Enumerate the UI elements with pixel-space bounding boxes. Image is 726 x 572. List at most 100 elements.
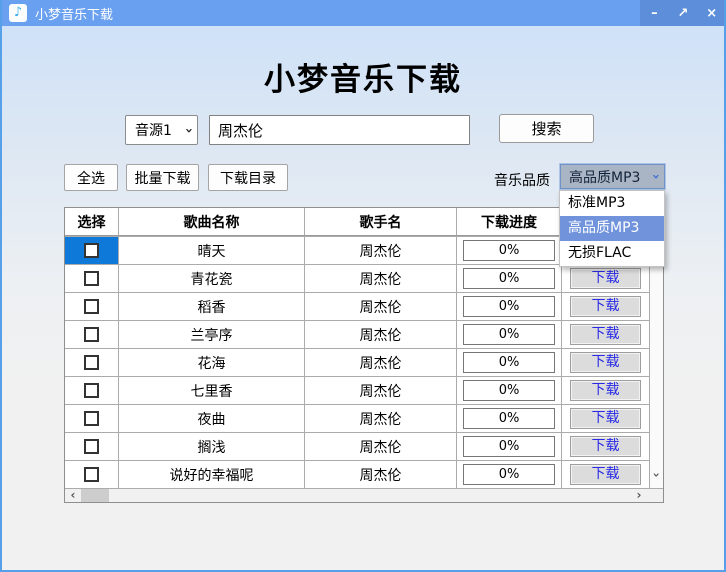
- progress-box: 0%: [463, 436, 555, 457]
- table-row: 夜曲 周杰伦 0% 下载: [65, 404, 649, 432]
- table-row: 说好的幸福呢 周杰伦 0% 下载: [65, 460, 649, 488]
- row-select-cell[interactable]: [65, 237, 119, 264]
- close-button[interactable]: ×: [697, 0, 726, 26]
- song-name-cell: 青花瓷: [119, 265, 305, 292]
- quality-dropdown-list: 标准MP3 高品质MP3 无损FLAC: [559, 190, 665, 267]
- download-cell: 下载: [562, 349, 649, 376]
- quality-label: 音乐品质: [494, 170, 550, 190]
- download-cell: 下载: [562, 461, 649, 488]
- artist-cell: 周杰伦: [305, 349, 457, 376]
- window-controls: – ↗ ×: [640, 0, 726, 26]
- progress-box: 0%: [463, 240, 555, 261]
- progress-box: 0%: [463, 296, 555, 317]
- song-name-cell: 花海: [119, 349, 305, 376]
- scrollbar-thumb[interactable]: [81, 489, 109, 502]
- maximize-button[interactable]: ↗: [669, 0, 698, 26]
- chevron-down-icon: ›: [649, 174, 662, 179]
- app-music-note-icon: ♪: [9, 4, 27, 22]
- row-select-cell[interactable]: [65, 461, 119, 488]
- song-name-cell: 晴天: [119, 237, 305, 264]
- quality-select-value: 高品质MP3: [569, 167, 653, 187]
- row-select-cell[interactable]: [65, 265, 119, 292]
- quality-option-high-mp3[interactable]: 高品质MP3: [560, 216, 664, 241]
- scroll-left-icon[interactable]: ‹: [65, 489, 81, 502]
- source-select[interactable]: 音源1 ›: [125, 115, 198, 145]
- progress-cell: 0%: [457, 405, 562, 432]
- select-all-button[interactable]: 全选: [64, 164, 118, 191]
- title-bar: ♪ 小梦音乐下载 – ↗ ×: [0, 0, 726, 26]
- download-cell: 下载: [562, 405, 649, 432]
- app-window: ♪ 小梦音乐下载 – ↗ × 小梦音乐下载 音源1 › 搜索 全选 批量下载 下…: [0, 0, 726, 572]
- row-select-cell[interactable]: [65, 377, 119, 404]
- progress-box: 0%: [463, 352, 555, 373]
- progress-cell: 0%: [457, 461, 562, 488]
- song-name-cell: 搁浅: [119, 433, 305, 460]
- download-cell: 下载: [562, 433, 649, 460]
- row-checkbox[interactable]: [84, 355, 99, 370]
- progress-cell: 0%: [457, 433, 562, 460]
- download-button[interactable]: 下载: [570, 380, 641, 401]
- quality-select[interactable]: 高品质MP3 ›: [560, 164, 665, 189]
- song-name-cell: 夜曲: [119, 405, 305, 432]
- chevron-down-icon: ›: [182, 127, 195, 132]
- header-select: 选择: [65, 208, 119, 235]
- download-button[interactable]: 下载: [570, 296, 641, 317]
- search-input[interactable]: [209, 115, 470, 145]
- source-select-value: 音源1: [135, 120, 186, 140]
- download-directory-button[interactable]: 下载目录: [208, 164, 288, 191]
- table-row: 青花瓷 周杰伦 0% 下载: [65, 264, 649, 292]
- song-name-cell: 稻香: [119, 293, 305, 320]
- row-select-cell[interactable]: [65, 321, 119, 348]
- row-checkbox[interactable]: [84, 243, 99, 258]
- scrollbar-corner: [647, 489, 663, 502]
- window-title: 小梦音乐下载: [35, 4, 113, 23]
- download-cell: 下载: [562, 321, 649, 348]
- table-row: 兰亭序 周杰伦 0% 下载: [65, 320, 649, 348]
- minimize-button[interactable]: –: [640, 0, 669, 26]
- search-button[interactable]: 搜索: [499, 114, 594, 143]
- artist-cell: 周杰伦: [305, 237, 457, 264]
- table-row: 花海 周杰伦 0% 下载: [65, 348, 649, 376]
- row-checkbox[interactable]: [84, 467, 99, 482]
- row-checkbox[interactable]: [84, 327, 99, 342]
- download-button[interactable]: 下载: [570, 352, 641, 373]
- artist-cell: 周杰伦: [305, 433, 457, 460]
- download-button[interactable]: 下载: [570, 268, 641, 289]
- quality-option-standard-mp3[interactable]: 标准MP3: [560, 191, 664, 216]
- download-button[interactable]: 下载: [570, 324, 641, 345]
- song-name-cell: 兰亭序: [119, 321, 305, 348]
- download-button[interactable]: 下载: [570, 436, 641, 457]
- progress-cell: 0%: [457, 349, 562, 376]
- download-cell: 下载: [562, 265, 649, 292]
- row-checkbox[interactable]: [84, 411, 99, 426]
- artist-cell: 周杰伦: [305, 321, 457, 348]
- download-cell: 下载: [562, 377, 649, 404]
- progress-box: 0%: [463, 464, 555, 485]
- download-button[interactable]: 下载: [570, 464, 641, 485]
- artist-cell: 周杰伦: [305, 293, 457, 320]
- table-row: 七里香 周杰伦 0% 下载: [65, 376, 649, 404]
- table-row: 搁浅 周杰伦 0% 下载: [65, 432, 649, 460]
- artist-cell: 周杰伦: [305, 265, 457, 292]
- download-button[interactable]: 下载: [570, 408, 641, 429]
- row-select-cell[interactable]: [65, 293, 119, 320]
- row-checkbox[interactable]: [84, 383, 99, 398]
- quality-option-flac[interactable]: 无损FLAC: [560, 241, 664, 266]
- artist-cell: 周杰伦: [305, 377, 457, 404]
- scroll-right-icon[interactable]: ›: [631, 489, 647, 502]
- row-select-cell[interactable]: [65, 405, 119, 432]
- row-checkbox[interactable]: [84, 271, 99, 286]
- header-artist: 歌手名: [305, 208, 457, 235]
- scroll-down-icon[interactable]: ›: [649, 473, 663, 478]
- song-name-cell: 说好的幸福呢: [119, 461, 305, 488]
- horizontal-scrollbar[interactable]: ‹ ›: [65, 488, 663, 502]
- progress-cell: 0%: [457, 377, 562, 404]
- row-select-cell[interactable]: [65, 433, 119, 460]
- artist-cell: 周杰伦: [305, 461, 457, 488]
- progress-cell: 0%: [457, 237, 562, 264]
- row-select-cell[interactable]: [65, 349, 119, 376]
- song-name-cell: 七里香: [119, 377, 305, 404]
- row-checkbox[interactable]: [84, 299, 99, 314]
- row-checkbox[interactable]: [84, 439, 99, 454]
- batch-download-button[interactable]: 批量下载: [126, 164, 199, 191]
